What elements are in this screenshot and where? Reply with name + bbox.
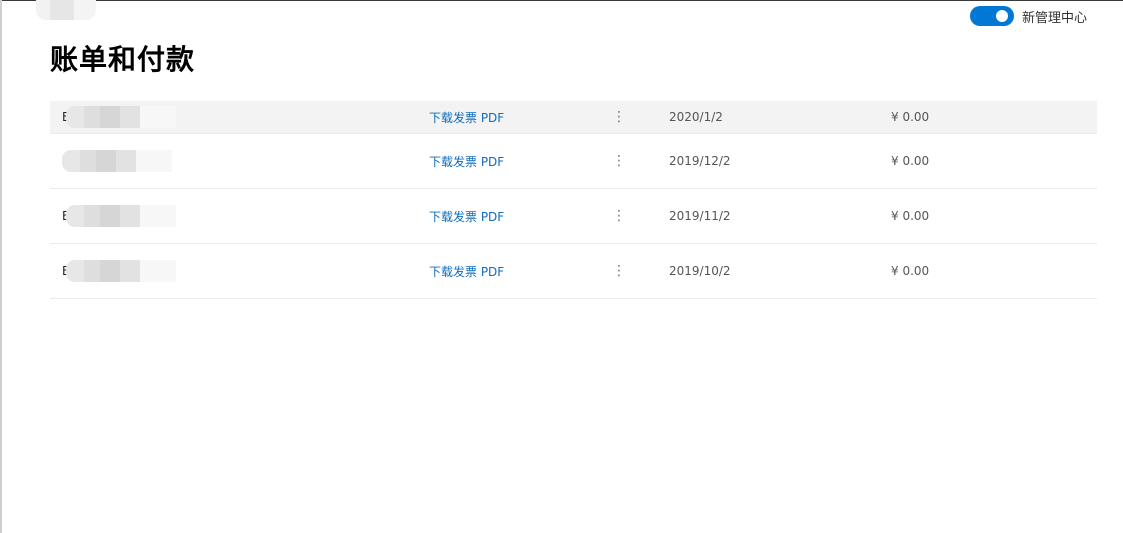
- toggle-label: 新管理中心: [1022, 10, 1088, 26]
- download-invoice-pdf-link[interactable]: 下载发票 PDF: [429, 189, 504, 243]
- table-row[interactable]: 下载发票 PDF ⋮ 2019/12/2 ¥ 0.00: [50, 134, 1097, 189]
- more-options-icon[interactable]: ⋮: [612, 244, 626, 298]
- table-row[interactable]: E 下载发票 PDF ⋮ 2020/1/2 ¥ 0.00: [50, 101, 1097, 134]
- invoice-amount: ¥ 0.00: [891, 264, 930, 278]
- more-options-icon[interactable]: ⋮: [612, 101, 626, 133]
- table-row[interactable]: E 下载发票 PDF ⋮ 2019/10/2 ¥ 0.00: [50, 244, 1097, 299]
- table-row[interactable]: E 下载发票 PDF ⋮ 2019/11/2 ¥ 0.00: [50, 189, 1097, 244]
- invoice-amount: ¥ 0.00: [891, 209, 930, 223]
- invoice-date: 2019/12/2: [669, 154, 731, 168]
- invoice-table: E 下载发票 PDF ⋮ 2020/1/2 ¥ 0.00 下载发票 PDF ⋮ …: [50, 101, 1097, 299]
- invoice-date: 2019/11/2: [669, 209, 731, 223]
- invoice-date: 2020/1/2: [669, 110, 723, 124]
- download-invoice-pdf-link[interactable]: 下载发票 PDF: [429, 134, 504, 188]
- toggle-knob: [996, 10, 1008, 22]
- page-title: 账单和付款: [50, 43, 196, 76]
- invoice-amount: ¥ 0.00: [891, 110, 930, 124]
- new-admin-center-toggle[interactable]: 新管理中心: [970, 6, 1087, 26]
- invoice-date: 2019/10/2: [669, 264, 731, 278]
- redacted-name: [66, 260, 176, 282]
- redacted-name: [62, 150, 172, 172]
- download-invoice-pdf-link[interactable]: 下载发票 PDF: [429, 244, 504, 298]
- download-invoice-pdf-link[interactable]: 下载发票 PDF: [429, 101, 504, 133]
- more-options-icon[interactable]: ⋮: [612, 189, 626, 243]
- avatar[interactable]: [36, 0, 96, 20]
- window-left-border: [0, 0, 2, 533]
- redacted-name: [66, 205, 176, 227]
- window-top-border: [0, 0, 1123, 1]
- more-options-icon[interactable]: ⋮: [612, 134, 626, 188]
- toggle-switch[interactable]: [970, 6, 1014, 26]
- redacted-name: [66, 106, 176, 128]
- invoice-amount: ¥ 0.00: [891, 154, 930, 168]
